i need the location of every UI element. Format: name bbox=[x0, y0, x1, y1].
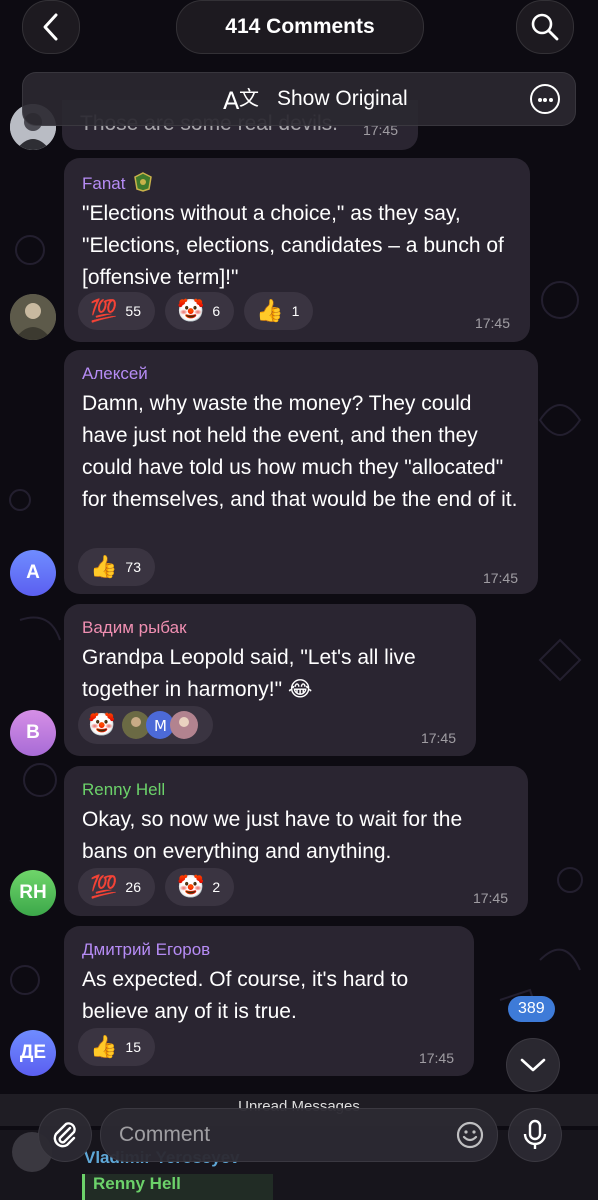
chevron-left-icon bbox=[43, 13, 58, 41]
avatar-initials: ДЕ bbox=[19, 1042, 47, 1063]
page-title: 414 Comments bbox=[176, 0, 424, 54]
clown-face-icon: 🤡 bbox=[176, 298, 205, 323]
reaction-count: 2 bbox=[212, 879, 221, 895]
attach-button[interactable] bbox=[38, 1108, 92, 1162]
reaction-chip[interactable]: 🤡 6 bbox=[164, 292, 235, 330]
avatar-initials: RH bbox=[19, 882, 47, 903]
message-time: 17:45 bbox=[472, 890, 508, 906]
svg-text:文: 文 bbox=[239, 86, 259, 110]
message-text: "Elections without a choice," as they sa… bbox=[82, 202, 504, 289]
scroll-to-bottom-button[interactable] bbox=[506, 1038, 560, 1092]
reaction-count: 1 bbox=[291, 303, 300, 319]
author-name: Renny Hell bbox=[82, 780, 166, 799]
more-icon-dot bbox=[543, 98, 547, 102]
reaction-chip[interactable]: 🤡 2 bbox=[164, 868, 235, 906]
reactor-avatars: M bbox=[122, 711, 199, 739]
avatar[interactable]: RH bbox=[10, 870, 56, 916]
avatar[interactable]: ДЕ bbox=[10, 1030, 56, 1076]
reactions-row: 👍 15 bbox=[78, 1028, 155, 1066]
message-time: 17:45 bbox=[420, 730, 456, 746]
message-text: As expected. Of course, it's hard to bel… bbox=[82, 968, 409, 1023]
translation-bar[interactable]: A 文 Show Original bbox=[22, 72, 576, 126]
search-icon bbox=[531, 13, 559, 41]
voice-message-button[interactable] bbox=[508, 1108, 562, 1162]
more-icon-dot bbox=[549, 98, 553, 102]
message-bubble[interactable]: Алексей Damn, why waste the money? They … bbox=[64, 350, 538, 594]
paperclip-icon bbox=[53, 1122, 76, 1148]
translate-icon: A 文 bbox=[223, 86, 259, 115]
reactions-row: 🤡 M bbox=[78, 706, 214, 744]
reaction-chip[interactable]: 👍 1 bbox=[244, 292, 314, 330]
comment-input[interactable]: Comment bbox=[100, 1108, 498, 1162]
avatar-initials: A bbox=[26, 562, 40, 583]
avatar-initials: B bbox=[26, 722, 40, 743]
show-original-label: Show Original bbox=[277, 87, 408, 110]
svg-text:A: A bbox=[223, 87, 240, 115]
reaction-chip[interactable]: 👍 73 bbox=[78, 548, 155, 586]
back-button[interactable] bbox=[22, 0, 80, 54]
more-options-button[interactable] bbox=[530, 84, 560, 114]
search-button[interactable] bbox=[516, 0, 574, 54]
reactions-row: 💯 26 🤡 2 bbox=[78, 868, 235, 906]
message-author[interactable]: Fanat bbox=[82, 172, 514, 194]
unread-count-badge: 389 bbox=[508, 996, 555, 1022]
chevron-down-icon bbox=[520, 1058, 546, 1072]
clown-face-icon: 🤡 bbox=[88, 712, 116, 737]
message-bubble[interactable]: Вадим рыбак Grandpa Leopold said, "Let's… bbox=[64, 604, 476, 756]
author-name: Вадим рыбак bbox=[82, 618, 187, 637]
message-text: Grandpa Leopold said, "Let's all live to… bbox=[82, 646, 416, 701]
message-author[interactable]: Дмитрий Егоров bbox=[82, 940, 458, 960]
reaction-chip[interactable]: 💯 26 bbox=[78, 868, 155, 906]
microphone-icon bbox=[523, 1119, 547, 1149]
thumbs-up-icon: 👍 bbox=[90, 1034, 118, 1059]
profile-photo-icon bbox=[10, 294, 56, 340]
sticker-smile-icon[interactable] bbox=[455, 1120, 485, 1150]
reaction-chip[interactable]: 💯 55 bbox=[78, 292, 155, 330]
author-name: Дмитрий Егоров bbox=[82, 940, 211, 959]
reactions-row: 💯 55 🤡 6 👍 1 bbox=[78, 292, 314, 330]
author-name: Алексей bbox=[82, 364, 148, 383]
avatar[interactable]: B bbox=[10, 710, 56, 756]
author-name: Fanat bbox=[82, 174, 126, 193]
clown-face-icon: 🤡 bbox=[176, 874, 205, 899]
message-bubble[interactable]: Renny Hell Okay, so now we just have to … bbox=[64, 766, 528, 916]
peek-quote: Renny Hell bbox=[82, 1174, 273, 1200]
message-text: Damn, why waste the money? They could ha… bbox=[82, 392, 518, 511]
comment-placeholder: Comment bbox=[119, 1123, 211, 1146]
hundred-points-icon: 💯 bbox=[90, 874, 118, 899]
message-author[interactable]: Алексей bbox=[82, 364, 522, 384]
reactions-row: 👍 73 bbox=[78, 548, 155, 586]
reaction-count: 73 bbox=[125, 559, 141, 575]
message-author[interactable]: Renny Hell bbox=[82, 780, 512, 800]
message-bubble[interactable]: Fanat "Elections without a choice," as t… bbox=[64, 158, 530, 342]
thumbs-up-icon: 👍 bbox=[90, 554, 118, 579]
reaction-count: 15 bbox=[125, 1039, 141, 1055]
badge-icon bbox=[134, 172, 153, 192]
reaction-chip[interactable]: 🤡 M bbox=[78, 706, 214, 744]
reaction-count: 55 bbox=[125, 303, 141, 319]
svg-text:M: M bbox=[154, 717, 167, 735]
peek-quote-author: Renny Hell bbox=[93, 1174, 181, 1193]
message-bubble[interactable]: Дмитрий Егоров As expected. Of course, i… bbox=[64, 926, 474, 1076]
message-text: Okay, so now we just have to wait for th… bbox=[82, 808, 463, 863]
avatar[interactable]: A bbox=[10, 550, 56, 596]
message-author[interactable]: Вадим рыбак bbox=[82, 618, 460, 638]
hundred-points-icon: 💯 bbox=[90, 298, 118, 323]
reaction-chip[interactable]: 👍 15 bbox=[78, 1028, 155, 1066]
more-icon bbox=[538, 98, 542, 102]
reaction-count: 6 bbox=[212, 303, 221, 319]
message-time: 17:45 bbox=[482, 570, 518, 586]
comments-count-title: 414 Comments bbox=[225, 15, 375, 38]
message-time: 17:45 bbox=[474, 315, 510, 331]
thumbs-up-icon: 👍 bbox=[256, 298, 284, 323]
reaction-count: 26 bbox=[125, 879, 141, 895]
message-time: 17:45 bbox=[418, 1050, 454, 1066]
avatar[interactable] bbox=[10, 294, 56, 340]
